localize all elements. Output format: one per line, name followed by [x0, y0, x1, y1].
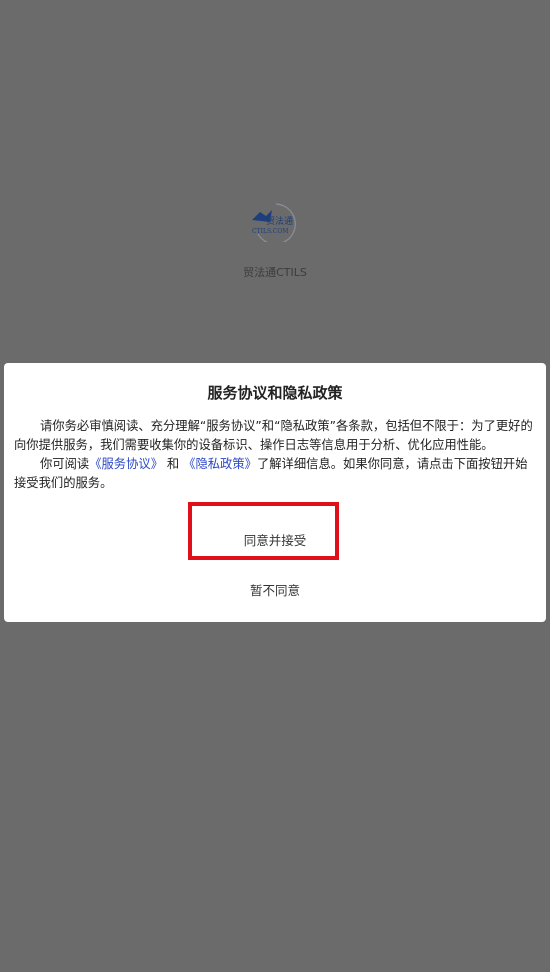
logo-text-sub: CTILS.COM	[252, 228, 288, 235]
dialog-paragraph-2: 你可阅读《服务协议》 和 《隐私政策》了解详细信息。如果你同意，请点击下面按钮开…	[14, 455, 538, 493]
paragraph2-prefix: 你可阅读	[40, 457, 90, 471]
app-splash: 贸法通 CTILS.COM 贸法通CTILS	[0, 200, 550, 280]
agree-button-highlight	[188, 502, 339, 560]
privacy-policy-link[interactable]: 《隐私政策》	[183, 457, 257, 471]
service-agreement-link[interactable]: 《服务协议》	[89, 457, 163, 471]
paragraph2-and: 和	[166, 457, 180, 471]
logo-text-main: 贸法通	[266, 215, 293, 227]
agreement-dialog: 服务协议和隐私政策 请你务必审慎阅读、充分理解“服务协议”和“隐私政策”各条款，…	[4, 363, 546, 622]
logo-emblem-icon: 贸法通 CTILS.COM	[252, 203, 296, 242]
app-logo: 贸法通 CTILS.COM	[246, 200, 304, 242]
dialog-paragraph-1: 请你务必审慎阅读、充分理解“服务协议”和“隐私政策”各条款，包括但不限于：为了更…	[14, 419, 533, 452]
dialog-body: 请你务必审慎阅读、充分理解“服务协议”和“隐私政策”各条款，包括但不限于：为了更…	[14, 417, 538, 493]
app-name: 贸法通CTILS	[243, 266, 307, 279]
decline-button[interactable]: 暂不同意	[4, 581, 546, 601]
dialog-title: 服务协议和隐私政策	[207, 384, 343, 402]
